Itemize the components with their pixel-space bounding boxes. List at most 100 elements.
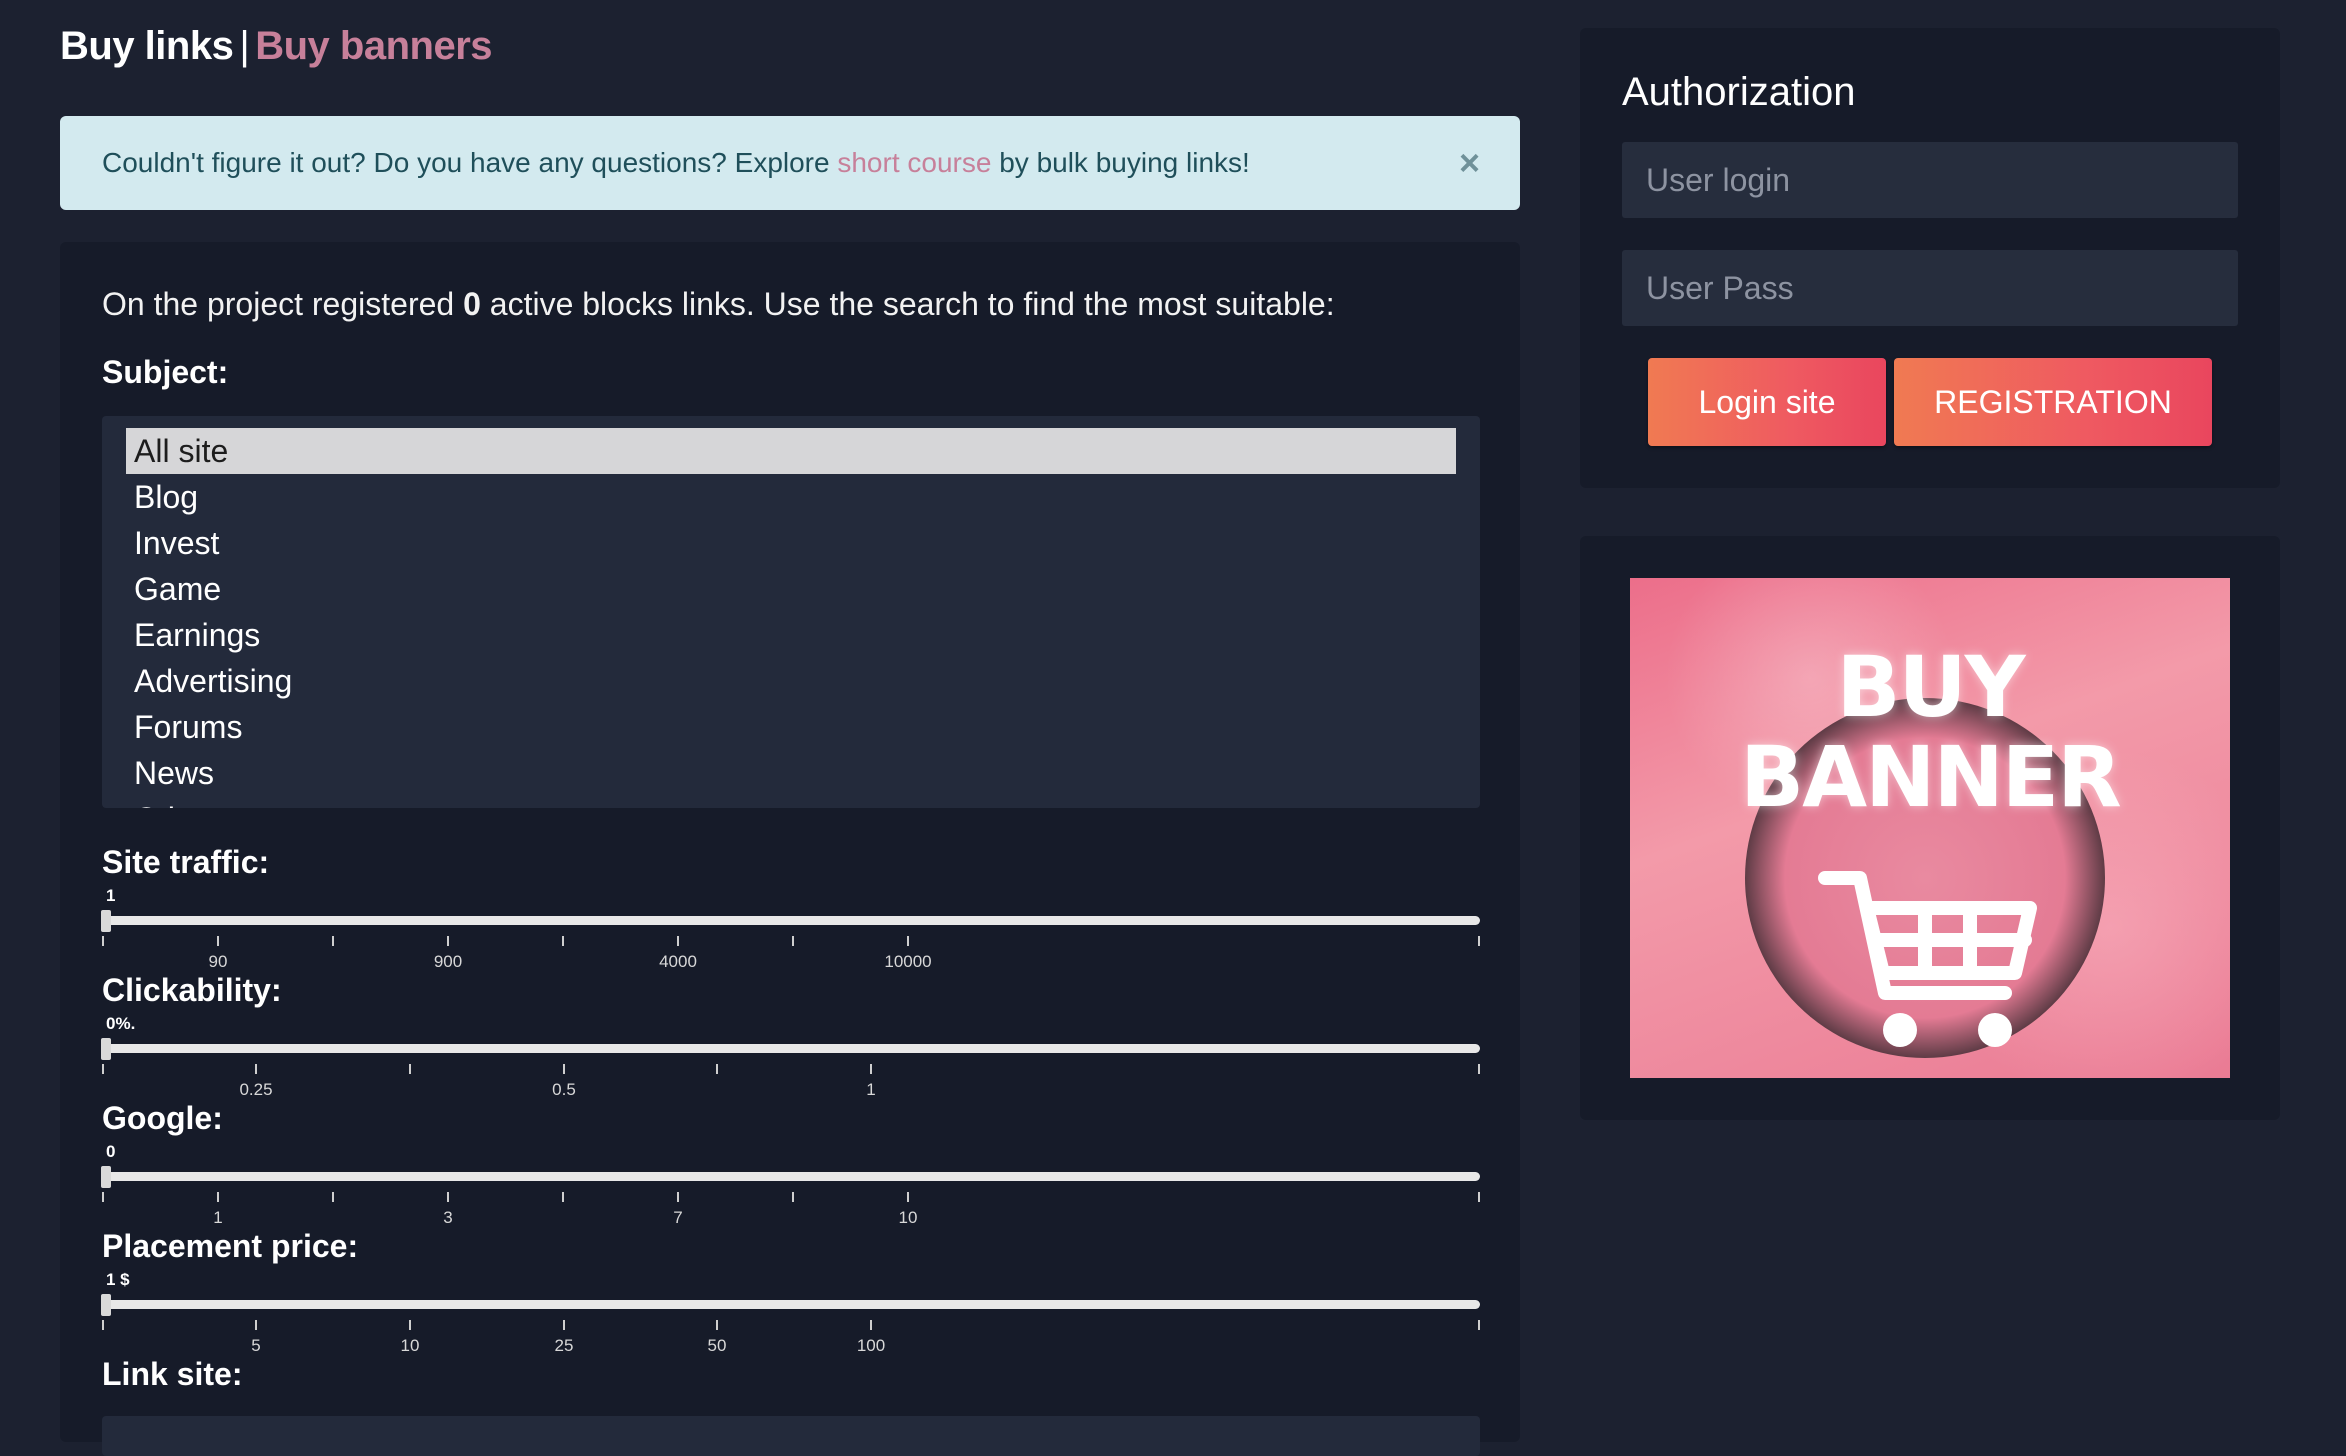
subject-option[interactable]: Earnings bbox=[126, 612, 1456, 658]
banner-line-1: BUY bbox=[1836, 638, 2025, 736]
slider-tick bbox=[870, 1064, 872, 1074]
site-traffic-track[interactable] bbox=[102, 916, 1480, 925]
slider-tick-label: 0.25 bbox=[239, 1080, 273, 1099]
slider-tick bbox=[716, 1320, 718, 1330]
intro-text-after: active blocks links. Use the search to f… bbox=[480, 286, 1335, 322]
subject-option[interactable]: Invest bbox=[126, 520, 1456, 566]
slider-tick bbox=[562, 1192, 564, 1202]
user-pass-input[interactable] bbox=[1622, 250, 2238, 326]
slider-tick bbox=[1478, 1320, 1480, 1330]
slider-tick bbox=[562, 936, 564, 946]
slider-tick bbox=[563, 1064, 565, 1074]
slider-tick bbox=[907, 936, 909, 946]
site-traffic-value: 1 bbox=[106, 886, 116, 905]
google-track[interactable] bbox=[102, 1172, 1480, 1181]
buy-banners-link[interactable]: Buy banners bbox=[255, 24, 492, 68]
slider-tick bbox=[677, 1192, 679, 1202]
slider-tick bbox=[907, 1192, 909, 1202]
subject-option[interactable]: Blog bbox=[126, 474, 1456, 520]
clickability-track[interactable] bbox=[102, 1044, 1480, 1053]
slider-tick bbox=[217, 1192, 219, 1202]
user-login-input[interactable] bbox=[1622, 142, 2238, 218]
placement-price-value: 1 $ bbox=[106, 1270, 130, 1289]
subject-option[interactable]: Advertising bbox=[126, 658, 1456, 704]
buy-links-link[interactable]: Buy links bbox=[60, 24, 234, 68]
slider-tick-label: 10 bbox=[898, 1208, 918, 1227]
google-value: 0 bbox=[106, 1142, 116, 1161]
slider-tick bbox=[409, 1064, 411, 1074]
shopping-cart-icon bbox=[1818, 871, 2037, 1047]
intro-text-before: On the project registered bbox=[102, 286, 464, 322]
info-alert: Couldn't figure it out? Do you have any … bbox=[60, 116, 1520, 210]
google-label: Google: bbox=[102, 1100, 223, 1136]
alert-text-after: by bulk buying links! bbox=[991, 147, 1250, 178]
close-icon[interactable]: × bbox=[1459, 142, 1480, 184]
slider-tick bbox=[677, 936, 679, 946]
slider-tick bbox=[102, 1192, 104, 1202]
link-site-input[interactable] bbox=[102, 1416, 1480, 1456]
placement-price-track[interactable] bbox=[102, 1300, 1480, 1309]
slider-tick bbox=[1478, 936, 1480, 946]
active-blocks-count: 0 bbox=[463, 286, 481, 322]
clickability-slider: 0%. 0.25 0.5 1 bbox=[101, 1014, 1482, 1114]
slider-tick bbox=[332, 1192, 334, 1202]
slider-tick-label: 100 bbox=[856, 1336, 886, 1355]
alert-text: Couldn't figure it out? Do you have any … bbox=[102, 147, 1250, 179]
clickability-value: 0%. bbox=[106, 1014, 136, 1033]
slider-tick bbox=[102, 936, 104, 946]
banner-panel: BUY BANNER bbox=[1580, 536, 2280, 1120]
slider-tick bbox=[102, 1320, 104, 1330]
subject-option[interactable]: Game bbox=[126, 566, 1456, 612]
slider-tick bbox=[409, 1320, 411, 1330]
authorization-panel: Authorization Login site REGISTRATION bbox=[1580, 28, 2280, 488]
registration-button[interactable]: REGISTRATION bbox=[1894, 358, 2212, 446]
alert-text-before: Couldn't figure it out? Do you have any … bbox=[102, 147, 838, 178]
clickability-handle[interactable] bbox=[101, 1038, 111, 1060]
page-title: Buy links | Buy banners bbox=[60, 24, 493, 69]
slider-tick bbox=[870, 1320, 872, 1330]
slider-tick bbox=[102, 1064, 104, 1074]
slider-tick bbox=[255, 1320, 257, 1330]
filter-panel: On the project registered 0 active block… bbox=[60, 242, 1520, 1456]
placement-price-slider: 1 $ 5 10 25 50 100 bbox=[101, 1270, 1482, 1370]
site-traffic-label: Site traffic: bbox=[102, 844, 270, 880]
login-button[interactable]: Login site bbox=[1648, 358, 1886, 446]
slider-tick-label: 0.5 bbox=[552, 1080, 576, 1099]
authorization-title: Authorization bbox=[1622, 70, 1856, 114]
slider-tick bbox=[255, 1064, 257, 1074]
slider-tick-label: 900 bbox=[433, 952, 463, 971]
slider-tick-label: 1 bbox=[866, 1080, 876, 1099]
placement-price-handle[interactable] bbox=[101, 1294, 111, 1316]
banner-line-2: BANNER bbox=[1740, 728, 2122, 826]
site-traffic-slider: 1 90 900 4000 10000 bbox=[101, 886, 1482, 986]
clickability-label: Clickability: bbox=[102, 972, 282, 1008]
buy-banner-image[interactable]: BUY BANNER bbox=[1630, 578, 2230, 1078]
short-course-link[interactable]: short course bbox=[837, 147, 991, 178]
subject-option[interactable]: Other bbox=[126, 796, 1456, 808]
slider-tick bbox=[1478, 1064, 1480, 1074]
subject-label: Subject: bbox=[102, 354, 229, 390]
intro-text: On the project registered 0 active block… bbox=[102, 286, 1335, 323]
slider-tick bbox=[1478, 1192, 1480, 1202]
subject-option[interactable]: All site bbox=[126, 428, 1456, 474]
title-separator: | bbox=[239, 24, 250, 68]
placement-price-label: Placement price: bbox=[102, 1228, 359, 1264]
slider-tick-label: 1 bbox=[213, 1208, 223, 1227]
slider-tick-label: 4000 bbox=[659, 952, 697, 971]
slider-tick-label: 3 bbox=[443, 1208, 453, 1227]
slider-tick bbox=[332, 936, 334, 946]
subject-select[interactable]: All site Blog Invest Game Earnings Advertisin… bbox=[102, 416, 1480, 808]
site-traffic-handle[interactable] bbox=[101, 910, 111, 932]
google-slider: 0 1 3 7 10 bbox=[101, 1142, 1482, 1242]
slider-tick-label: 10000 bbox=[884, 952, 932, 971]
slider-tick bbox=[792, 1192, 794, 1202]
slider-tick bbox=[217, 936, 219, 946]
subject-option[interactable]: News bbox=[126, 750, 1456, 796]
slider-tick bbox=[563, 1320, 565, 1330]
slider-tick bbox=[792, 936, 794, 946]
slider-tick bbox=[716, 1064, 718, 1074]
slider-tick-label: 5 bbox=[251, 1336, 261, 1355]
slider-tick-label: 50 bbox=[707, 1336, 727, 1355]
google-handle[interactable] bbox=[101, 1166, 111, 1188]
subject-option[interactable]: Forums bbox=[126, 704, 1456, 750]
